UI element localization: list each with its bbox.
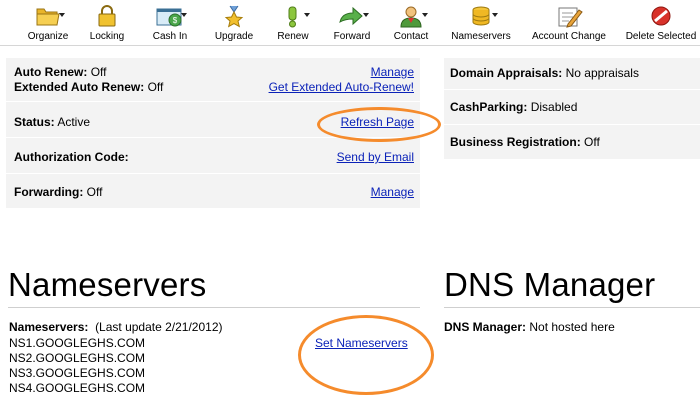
renew-exclamation-icon xyxy=(276,4,310,28)
account-change-button[interactable]: Account Change xyxy=(526,0,612,46)
dns-manager-status: DNS Manager: Not hosted here xyxy=(444,320,615,334)
cashparking-text: CashParking: Disabled xyxy=(450,100,578,114)
chevron-down-icon xyxy=(304,13,310,17)
account-change-icon xyxy=(552,4,586,28)
set-nameservers-highlight xyxy=(298,315,434,395)
chevron-down-icon xyxy=(492,13,498,17)
forwarding-row: Forwarding: Off Manage xyxy=(6,175,420,208)
toolbar: Organize Locking $ Cash In Upgrade Renew… xyxy=(0,0,700,46)
lock-icon xyxy=(90,4,124,28)
auto-renew-row: Auto Renew: Off Manage Extended Auto Ren… xyxy=(6,58,420,102)
send-by-email-link[interactable]: Send by Email xyxy=(337,150,414,164)
cash-in-label: Cash In xyxy=(152,31,188,42)
extended-auto-renew-text: Extended Auto Renew: Off xyxy=(14,80,164,94)
status-text: Status: Active xyxy=(14,115,91,129)
account-change-label: Account Change xyxy=(532,31,606,42)
nameservers-last-update: (Last update 2/21/2012) xyxy=(95,320,223,334)
nameserver-entry: NS1.GOOGLEGHS.COM xyxy=(9,336,146,350)
auto-renew-manage-link[interactable]: Manage xyxy=(371,65,414,79)
organize-button[interactable]: Organize xyxy=(20,0,76,46)
renew-label: Renew xyxy=(277,31,309,42)
nameservers-heading: Nameservers xyxy=(8,266,207,303)
get-extended-auto-renew-link[interactable]: Get Extended Auto-Renew! xyxy=(269,80,414,94)
nameservers-label: Nameservers xyxy=(451,31,511,42)
dns-manager-divider xyxy=(444,307,700,308)
forward-arrow-icon xyxy=(335,4,369,28)
chevron-down-icon xyxy=(59,13,65,17)
nameservers-database-icon xyxy=(464,4,498,28)
upgrade-label: Upgrade xyxy=(214,31,254,42)
folder-icon xyxy=(31,4,65,28)
delete-icon xyxy=(644,4,678,28)
svg-text:$: $ xyxy=(173,16,178,25)
chevron-down-icon xyxy=(363,13,369,17)
forwarding-text: Forwarding: Off xyxy=(14,185,103,199)
authorization-code-row: Authorization Code: Send by Email xyxy=(6,139,420,174)
nameservers-button[interactable]: Nameservers xyxy=(446,0,516,46)
forwarding-manage-link[interactable]: Manage xyxy=(371,185,414,199)
contact-label: Contact xyxy=(393,31,429,42)
cashparking-row: CashParking: Disabled xyxy=(444,91,700,125)
status-row: Status: Active Refresh Page xyxy=(6,103,420,138)
domain-appraisals-text: Domain Appraisals: No appraisals xyxy=(450,66,639,80)
chevron-down-icon xyxy=(422,13,428,17)
upgrade-medal-icon xyxy=(217,4,251,28)
nameservers-summary: Nameservers: (Last update 2/21/2012) xyxy=(9,320,223,334)
cash-in-icon: $ xyxy=(153,4,187,28)
authorization-code-label: Authorization Code: xyxy=(14,150,129,164)
nameserver-entry: NS3.GOOGLEGHS.COM xyxy=(9,366,146,380)
domain-settings-panel: Auto Renew: Off Manage Extended Auto Ren… xyxy=(6,58,420,208)
nameservers-divider xyxy=(8,307,420,308)
business-registration-row: Business Registration: Off xyxy=(444,126,700,159)
chevron-down-icon xyxy=(181,13,187,17)
forward-button[interactable]: Forward xyxy=(328,0,376,46)
domain-appraisals-row: Domain Appraisals: No appraisals xyxy=(444,58,700,90)
refresh-page-link[interactable]: Refresh Page xyxy=(341,115,414,129)
set-nameservers-link[interactable]: Set Nameservers xyxy=(315,336,408,350)
locking-button[interactable]: Locking xyxy=(84,0,130,46)
nameserver-entry: NS4.GOOGLEGHS.COM xyxy=(9,381,146,395)
upgrade-button[interactable]: Upgrade xyxy=(210,0,258,46)
cash-in-button[interactable]: $ Cash In xyxy=(144,0,196,46)
business-registration-text: Business Registration: Off xyxy=(450,135,600,149)
contact-button[interactable]: Contact xyxy=(388,0,434,46)
dns-manager-heading: DNS Manager xyxy=(444,266,656,303)
forward-label: Forward xyxy=(333,31,371,42)
renew-button[interactable]: Renew xyxy=(270,0,316,46)
contact-person-icon xyxy=(394,4,428,28)
locking-label: Locking xyxy=(89,31,125,42)
domain-info-panel: Domain Appraisals: No appraisals CashPar… xyxy=(444,58,700,159)
nameserver-entry: NS2.GOOGLEGHS.COM xyxy=(9,351,146,365)
organize-label: Organize xyxy=(27,31,69,42)
delete-selected-button[interactable]: Delete Selected xyxy=(622,0,700,46)
auto-renew-text: Auto Renew: Off xyxy=(14,65,107,79)
delete-selected-label: Delete Selected xyxy=(625,31,697,42)
